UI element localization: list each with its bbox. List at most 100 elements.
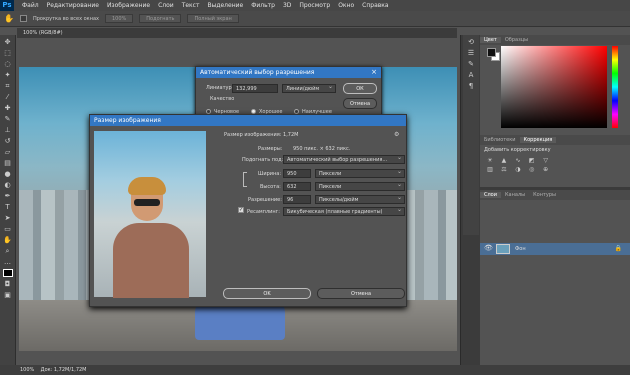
menu-3d[interactable]: 3D (283, 2, 291, 9)
auto-resolution-title-bar: Автоматический выбор разрешения × (196, 67, 381, 78)
tab-color[interactable]: Цвет (480, 37, 501, 43)
tab-layers[interactable]: Слои (480, 192, 501, 198)
crop-tool-icon[interactable]: ⌗ (3, 82, 13, 90)
curves-icon[interactable]: ∿ (514, 157, 522, 164)
dimensions-value: 950 пикс. × 632 пикс. (293, 146, 351, 152)
tab-libraries[interactable]: Библиотеки (480, 137, 520, 143)
menu-view[interactable]: Просмотр (299, 2, 330, 9)
dodge-tool-icon[interactable]: ◐ (3, 181, 13, 189)
gradient-icon[interactable]: ▤ (3, 159, 13, 167)
pen-tool-icon[interactable]: ✒ (3, 192, 13, 200)
eraser-icon[interactable]: ▱ (3, 148, 13, 156)
quick-mask-icon[interactable]: ◘ (3, 280, 13, 288)
menu-file[interactable]: Файл (22, 2, 39, 9)
resolution-unit-select[interactable]: Пикселы/дюйм (315, 194, 405, 204)
height-input[interactable]: 632 (283, 182, 311, 191)
foreground-color-swatch[interactable] (487, 48, 496, 57)
size-ok-button[interactable]: OK (223, 288, 311, 299)
fit-select[interactable]: Автоматический выбор разрешения... (283, 154, 405, 164)
paragraph-panel-icon[interactable]: ¶ (466, 82, 476, 90)
resample-checkbox[interactable]: ✓ (238, 207, 244, 213)
photo-filter-icon[interactable]: ◎ (528, 166, 536, 173)
zoom-100-button[interactable]: 100% (105, 14, 134, 23)
auto-resolution-dialog: Автоматический выбор разрешения × Линиат… (195, 66, 382, 120)
hand-tool-icon[interactable]: ✋ (3, 236, 13, 244)
tab-paths[interactable]: Контуры (529, 192, 560, 198)
screen-mode-icon[interactable]: ▣ (3, 291, 13, 299)
menu-bar: Ps Файл Редактирование Изображение Слои … (0, 0, 630, 11)
character-panel-icon[interactable]: A (466, 71, 476, 79)
hue-sat-icon[interactable]: ▥ (486, 166, 494, 173)
fill-screen-button[interactable]: Полный экран (187, 14, 239, 23)
magic-wand-icon[interactable]: ✦ (3, 71, 13, 79)
menu-layers[interactable]: Слои (158, 2, 174, 9)
type-tool-icon[interactable]: T (3, 203, 13, 211)
menu-type[interactable]: Текст (182, 2, 200, 9)
fg-bg-colors-icon[interactable] (2, 269, 13, 277)
levels-icon[interactable]: ▲ (500, 157, 508, 164)
marquee-tool-icon[interactable]: ⬚ (3, 49, 13, 57)
history-brush-icon[interactable]: ↺ (3, 137, 13, 145)
menu-window[interactable]: Окно (338, 2, 354, 9)
width-label: Ширина: (258, 171, 282, 177)
menu-image[interactable]: Изображение (107, 2, 150, 9)
dimensions-label: Размеры: (258, 146, 283, 152)
fit-screen-button[interactable]: Подогнать (139, 14, 182, 23)
image-size-title: Размер изображения (94, 117, 161, 124)
color-balance-icon[interactable]: ⚖ (500, 166, 508, 173)
document-tab[interactable]: 100% (RGB/8#) (17, 28, 457, 38)
exposure-icon[interactable]: ◩ (528, 157, 536, 164)
scroll-all-label: Прокрутка во всех окнах (32, 15, 99, 22)
res-cancel-button[interactable]: Отмена (343, 98, 377, 109)
brush-tool-icon[interactable]: ✎ (3, 115, 13, 123)
blur-tool-icon[interactable]: ● (3, 170, 13, 178)
lasso-tool-icon[interactable]: ◌ (3, 60, 13, 68)
close-icon[interactable]: × (371, 67, 377, 78)
resolution-input[interactable]: 96 (283, 195, 311, 204)
scroll-all-checkbox[interactable] (19, 15, 27, 22)
status-bar: 100% Док: 1,72M/1,72M (0, 365, 630, 375)
menu-select[interactable]: Выделение (207, 2, 243, 9)
width-unit-select[interactable]: Пиксели (315, 168, 405, 178)
channel-mixer-icon[interactable]: ⊕ (542, 166, 550, 173)
resample-select[interactable]: Бикубическая (плавные градиенты) (283, 206, 405, 216)
healing-brush-icon[interactable]: ✚ (3, 104, 13, 112)
zoom-tool-icon[interactable]: ⌕ (3, 247, 13, 255)
res-ok-button[interactable]: ОК (343, 83, 377, 94)
preview-person-hair (128, 177, 166, 195)
tab-channels[interactable]: Каналы (501, 192, 529, 198)
constrain-proportions-link-icon[interactable] (243, 172, 247, 187)
adjustments-panel: Библиотеки Коррекция Добавить корректиро… (480, 135, 630, 187)
stamp-tool-icon[interactable]: ⊥ (3, 126, 13, 134)
menu-filter[interactable]: Фильтр (251, 2, 275, 9)
move-tool-icon[interactable]: ✥ (3, 38, 13, 46)
visibility-eye-icon[interactable]: 👁 (484, 244, 493, 252)
quality-label: Качество (210, 96, 235, 102)
height-unit-select[interactable]: Пиксели (315, 181, 405, 191)
more-tools-icon[interactable]: … (3, 258, 13, 266)
menu-edit[interactable]: Редактирование (47, 2, 99, 9)
vibrance-icon[interactable]: ▽ (542, 157, 550, 164)
status-doc-size: Док: 1,72M/1,72M (40, 367, 87, 373)
color-picker-field[interactable] (501, 46, 607, 128)
screen-input[interactable]: 132,999 (232, 84, 278, 93)
properties-panel-icon[interactable]: ☰ (466, 49, 476, 57)
size-cancel-button[interactable]: Отмена (317, 288, 405, 299)
menu-help[interactable]: Справка (362, 2, 388, 9)
hue-slider[interactable] (612, 46, 618, 128)
brush-panel-icon[interactable]: ✎ (466, 60, 476, 68)
tab-swatches[interactable]: Образцы (501, 37, 532, 43)
bw-icon[interactable]: ◑ (514, 166, 522, 173)
gear-icon[interactable]: ⚙ (394, 131, 399, 138)
fit-label: Подогнать под: (242, 157, 284, 163)
history-panel-icon[interactable]: ⟲ (466, 38, 476, 46)
rectangle-tool-icon[interactable]: ▭ (3, 225, 13, 233)
path-select-icon[interactable]: ➤ (3, 214, 13, 222)
eyedropper-icon[interactable]: ⁄ (3, 93, 13, 101)
width-input[interactable]: 950 (283, 169, 311, 178)
screen-unit-select[interactable]: Линии/дюйм (282, 83, 336, 93)
layer-lock-icon: 🔒 (614, 245, 622, 252)
auto-resolution-title: Автоматический выбор разрешения (200, 69, 315, 76)
brightness-icon[interactable]: ☀ (486, 157, 494, 164)
tab-adjustments[interactable]: Коррекция (519, 137, 557, 143)
